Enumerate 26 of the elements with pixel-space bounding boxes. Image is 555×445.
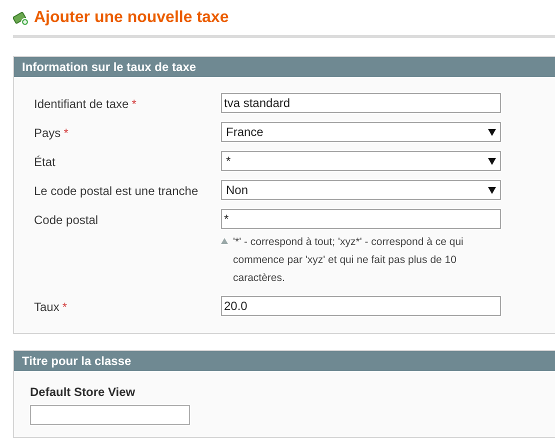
field-label: Le code postal est une tranche	[34, 183, 198, 200]
input-field[interactable]: tva standard	[221, 93, 501, 113]
caret-icon	[488, 158, 496, 164]
field-label: Identifiant de taxe	[34, 96, 129, 113]
required-mark: *	[62, 299, 68, 316]
money-add-icon	[13, 10, 29, 26]
field-label: État	[34, 154, 56, 171]
input-field[interactable]: *	[221, 209, 501, 229]
dropdown[interactable]: France	[221, 122, 501, 142]
input-field[interactable]	[30, 405, 190, 425]
dropdown[interactable]: *	[221, 151, 501, 171]
field-label: Taux	[34, 299, 60, 316]
field-label: Code postal	[34, 212, 98, 229]
caret-icon	[488, 128, 496, 136]
input-field[interactable]: 20.0	[221, 296, 501, 316]
required-mark: *	[132, 96, 136, 113]
section-header: Titre pour la classe	[14, 351, 555, 371]
hint-text: '*' - correspond à tout; 'xyz*' - correspond à ce qui commence par 'xyz' et qui ne fait pas plus de 10 caractères.	[233, 235, 464, 286]
required-mark: *	[64, 125, 68, 142]
dropdown[interactable]: Non	[221, 180, 501, 200]
page-title: Ajouter une nouvelle taxe	[34, 8, 229, 28]
field-label: Default Store View	[30, 384, 136, 401]
field-label: Pays	[34, 125, 61, 142]
caret-icon	[488, 186, 496, 194]
triangle-icon	[221, 238, 228, 244]
section-header: Information sur le taux de taxe	[14, 57, 555, 77]
